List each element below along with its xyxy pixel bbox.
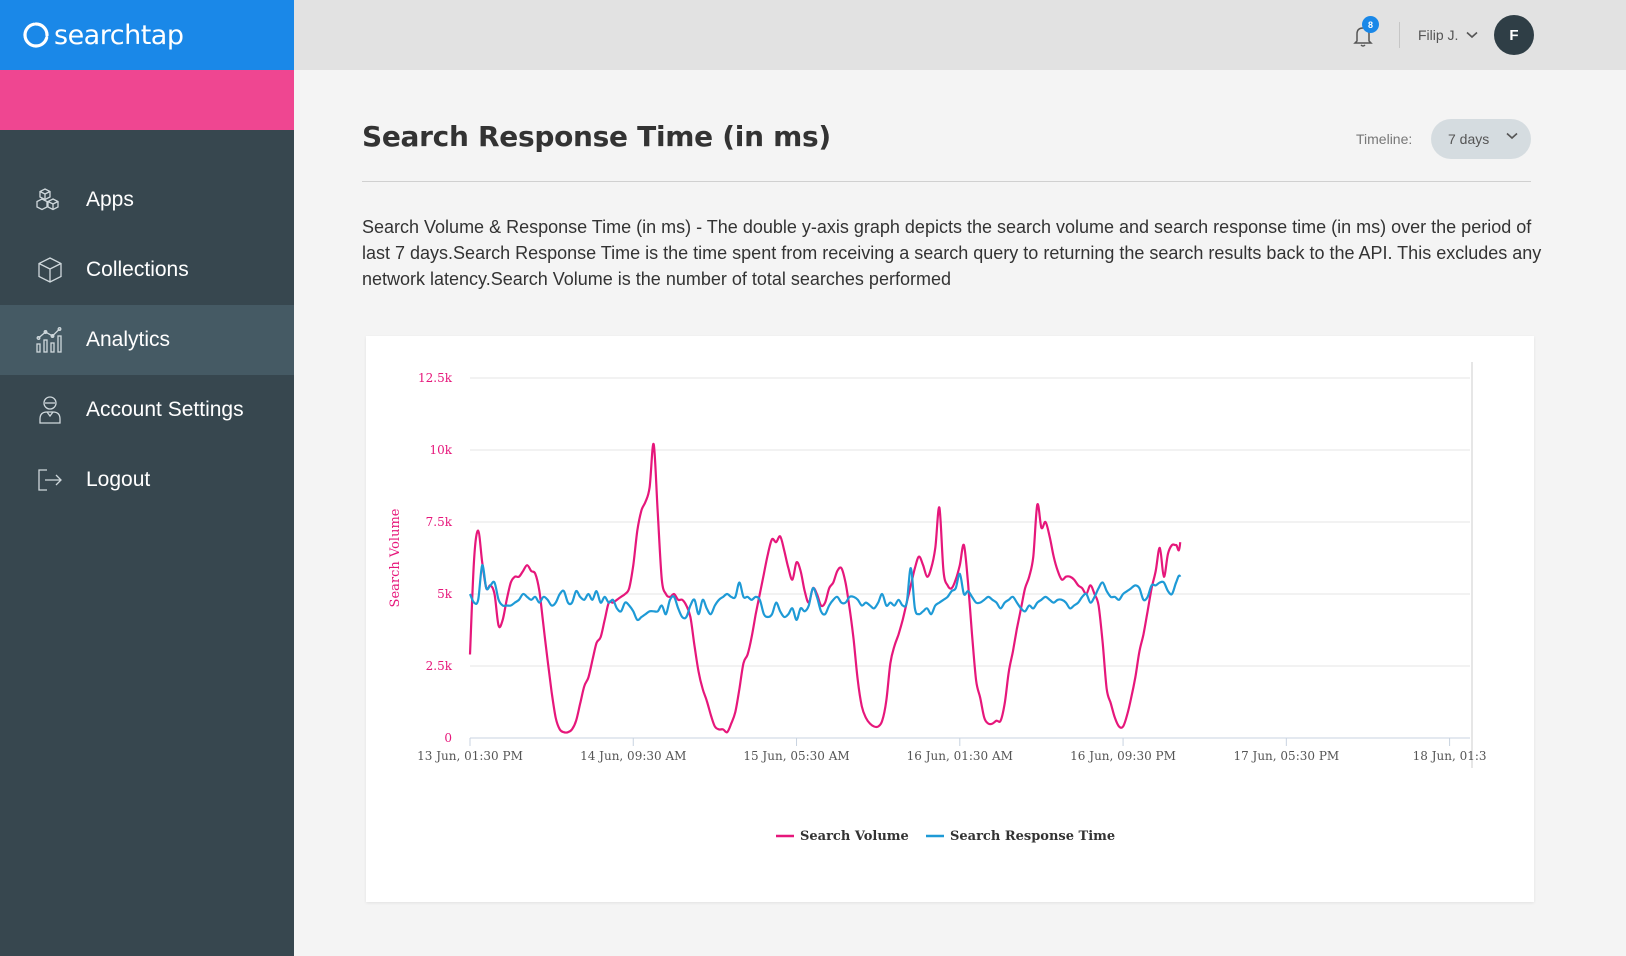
y-tick-label: 10k (429, 443, 452, 457)
sidebar-item-label: Apps (86, 188, 134, 211)
title-divider (362, 181, 1531, 182)
chevron-down-icon (1506, 132, 1518, 140)
sidebar-item-label: Analytics (86, 328, 171, 351)
sidebar-item-analytics[interactable]: Analytics (0, 305, 294, 375)
y-tick-label: 0 (444, 731, 452, 745)
sidebar-item-label: Collections (86, 258, 189, 281)
sidebar-item-apps[interactable]: Apps (0, 165, 294, 235)
x-tick-label: 18 Jun, 01:3 (1413, 749, 1487, 763)
user-name: Filip J. (1418, 27, 1459, 43)
x-tick-label: 15 Jun, 05:30 AM (743, 749, 849, 763)
notifications-button[interactable]: 8 (1348, 16, 1379, 50)
header-divider (1399, 22, 1400, 48)
top-bar: 8 Filip J. F (294, 0, 1626, 70)
chart-card: 0 2.5k 5k 7.5k 10k 12.5k 13 Jun, 01:30 PM 14 J… (366, 336, 1534, 902)
x-tick-label: 16 Jun, 09:30 PM (1070, 749, 1176, 763)
x-tick-label: 16 Jun, 01:30 AM (907, 749, 1013, 763)
notification-count-badge: 8 (1362, 16, 1379, 33)
legend-label: Search Response Time (950, 829, 1115, 844)
sidebar-item-logout[interactable]: Logout (0, 445, 294, 515)
sidebar-item-collections[interactable]: Collections (0, 235, 294, 305)
analytics-icon (34, 324, 66, 356)
search-volume-response-chart: 0 2.5k 5k 7.5k 10k 12.5k 13 Jun, 01:30 PM 14 J… (388, 362, 1487, 844)
sidebar-item-label: Account Settings (86, 398, 244, 421)
avatar[interactable]: F (1494, 15, 1534, 55)
timeline-dropdown[interactable]: 7 days (1431, 119, 1531, 159)
sidebar-accent-bar (0, 70, 294, 130)
search-volume-line (468, 443, 1182, 734)
timeline-label: Timeline: (1356, 131, 1413, 147)
y-tick-label: 12.5k (418, 371, 453, 385)
cubes-icon (34, 184, 66, 216)
x-tick-label: 17 Jun, 05:30 PM (1233, 749, 1339, 763)
x-tick-label: 14 Jun, 09:30 AM (580, 749, 686, 763)
legend-label: Search Volume (800, 829, 909, 844)
timeline-selected-value: 7 days (1448, 131, 1490, 147)
sidebar-item-label: Logout (86, 468, 151, 491)
user-menu-dropdown[interactable]: Filip J. (1418, 22, 1478, 48)
y-tick-label: 2.5k (426, 659, 453, 673)
sidebar-nav: Apps Collections Analytics Account Setti… (0, 165, 294, 515)
chevron-down-icon (1466, 31, 1478, 39)
user-settings-icon (34, 394, 66, 426)
y-tick-label: 5k (437, 587, 453, 601)
chart-description: Search Volume & Response Time (in ms) - … (362, 217, 1542, 289)
sidebar-item-account-settings[interactable]: Account Settings (0, 375, 294, 445)
brand-header[interactable]: searchtap (0, 0, 294, 70)
sidebar: searchtap Apps Collections Analytics Acc… (0, 0, 294, 956)
box-icon (34, 254, 66, 286)
logout-icon (34, 464, 66, 496)
y-axis-title: Search Volume (388, 508, 403, 607)
x-tick-label: 13 Jun, 01:30 PM (417, 749, 523, 763)
searchtap-logo-icon (23, 22, 49, 48)
brand-name: searchtap (54, 19, 184, 51)
search-response-time-line (468, 564, 1182, 622)
y-tick-label: 7.5k (426, 515, 453, 529)
page-title: Search Response Time (in ms) (362, 120, 831, 153)
